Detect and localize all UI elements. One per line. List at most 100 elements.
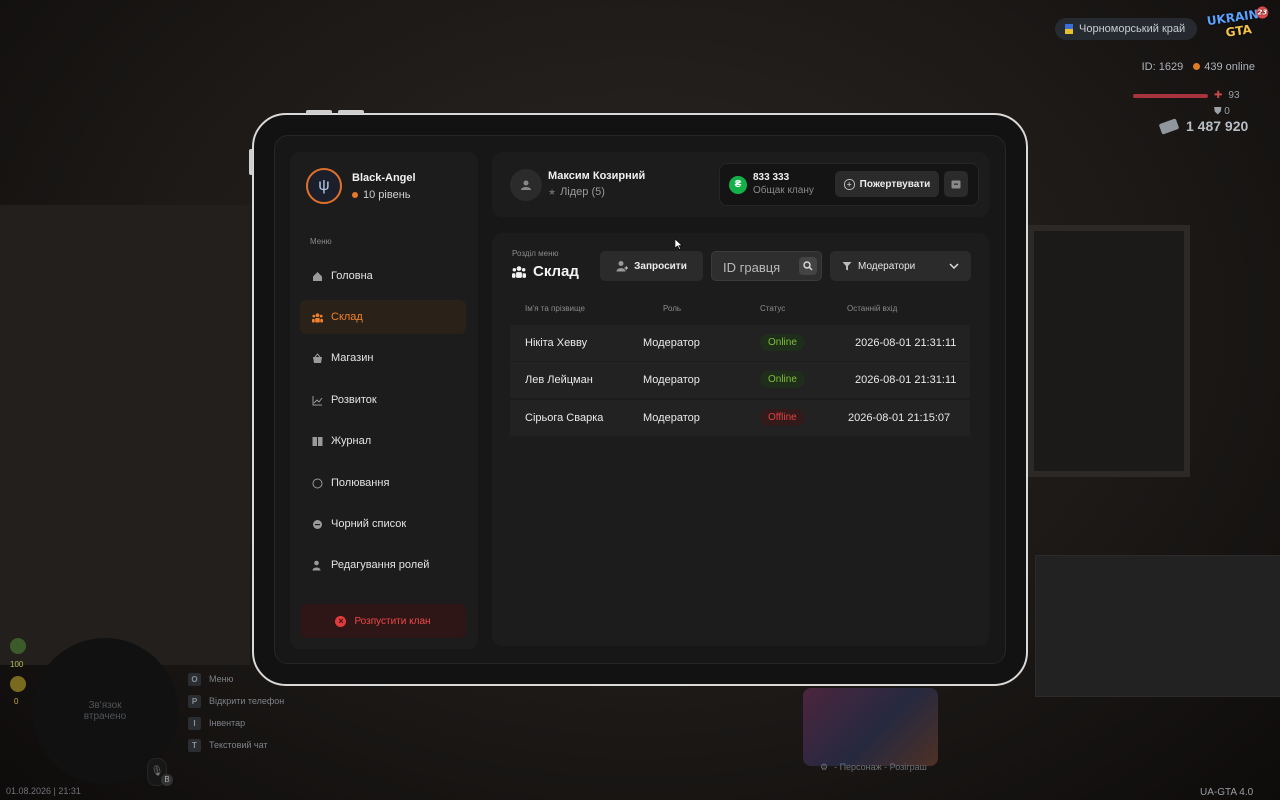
section-title: Склад <box>512 263 579 280</box>
stat1-value: 100 <box>10 660 24 669</box>
sidebar-item-label: Полювання <box>331 477 390 489</box>
sidebar-item-hunting[interactable]: Полювання <box>300 466 466 500</box>
minimap-status: Зв'язок втрачено <box>83 700 127 722</box>
column-header-status: Статус <box>760 304 786 313</box>
role-filter-dropdown[interactable]: Модератори <box>830 251 971 281</box>
version-label: UA-GTA 4.0 <box>1200 787 1254 798</box>
hud-region-badge: Чорноморський край <box>1055 18 1198 40</box>
sidebar-item-label: Розвиток <box>331 394 377 406</box>
key-label: Текстовий чат <box>209 740 268 750</box>
key-hint: T Текстовий чат <box>188 734 284 756</box>
member-last-login: 2026-08-01 21:31:11 <box>855 374 957 386</box>
table-row[interactable]: Сірьога Сварка Модератор Offline 2026-08… <box>510 400 970 436</box>
sidebar-item-label: Магазин <box>331 352 374 364</box>
status-badge: Offline <box>760 409 805 426</box>
sidebar-item-blacklist[interactable]: Чорний список <box>300 507 466 541</box>
table-row[interactable]: Лев Лейцман Модератор Online 2026-08-01 … <box>510 362 970 398</box>
donate-button[interactable]: + Пожертвувати <box>835 171 939 197</box>
tablet-top-buttons <box>306 110 364 114</box>
close-circle-icon: × <box>335 615 347 627</box>
section-title-label: Склад <box>533 263 579 280</box>
search-icon <box>803 261 813 271</box>
sidebar-item-journal[interactable]: Журнал <box>300 424 466 458</box>
bank-label: Общак клану <box>753 185 814 196</box>
player-search <box>711 251 822 281</box>
hud-stats: ID: 1629 439 online <box>1142 61 1255 73</box>
key-hint: I Інвентар <box>188 712 284 734</box>
tablet-button <box>306 110 332 114</box>
wallet-icon <box>951 180 961 189</box>
trident-icon: ψ <box>318 177 330 194</box>
search-input[interactable] <box>721 258 797 276</box>
health-bar: ✚ 93 <box>1133 90 1240 101</box>
flag-icon <box>1065 24 1073 34</box>
armor-value: 0 <box>1224 106 1230 117</box>
clan-level-label: 10 рівень <box>363 189 411 201</box>
key-cap: I <box>188 716 201 730</box>
user-edit-icon <box>312 560 323 571</box>
health-value: 93 <box>1228 90 1240 101</box>
people-icon <box>512 266 526 278</box>
sidebar-item-development[interactable]: Розвиток <box>300 383 466 417</box>
column-header-role: Роль <box>663 304 682 313</box>
sidebar-item-label: Редагування ролей <box>331 559 430 571</box>
key-label: Меню <box>209 674 234 684</box>
bank-history-button[interactable] <box>944 171 968 197</box>
table-row[interactable]: Нікіта Хевву Модератор Online 2026-08-01… <box>510 325 970 361</box>
home-icon <box>312 271 323 282</box>
section-caption: Розділ меню <box>512 249 559 258</box>
add-user-icon <box>616 261 629 272</box>
thirst-icon <box>10 676 26 692</box>
book-icon <box>312 436 323 447</box>
basket-icon <box>312 352 323 364</box>
promo-banner[interactable] <box>803 688 938 766</box>
money-display: 1 487 920 <box>1158 117 1249 135</box>
disband-label: Розпустити клан <box>354 615 431 627</box>
disband-clan-button[interactable]: × Розпустити клан <box>300 604 466 638</box>
donate-label: Пожертвувати <box>859 178 931 190</box>
health-bar-fill <box>1133 93 1208 98</box>
money-value: 1 487 920 <box>1186 118 1249 134</box>
member-role: Модератор <box>643 374 700 386</box>
hryvnia-icon: ₴ <box>729 176 747 194</box>
sidebar-item-storage[interactable]: Склад <box>300 300 466 334</box>
sidebar-item-home[interactable]: Головна <box>300 259 466 293</box>
block-icon <box>312 519 323 530</box>
online-count-label: 439 online <box>1204 61 1255 73</box>
key-label: Відкрити телефон <box>209 696 285 706</box>
search-button[interactable] <box>799 257 817 275</box>
user-icon <box>521 180 531 190</box>
member-last-login: 2026-08-01 21:15:07 <box>848 412 951 424</box>
online-count: 439 online <box>1193 61 1255 73</box>
sidebar-item-role-editing[interactable]: Редагування ролей <box>300 548 466 582</box>
level-dot-icon <box>352 192 358 198</box>
settings-icon: ⚙ <box>820 762 829 772</box>
leader-role: ★ Лідер (5) <box>548 186 605 198</box>
hunger-icon <box>10 638 26 654</box>
column-header-last-login: Останній вхід <box>847 304 898 313</box>
plus-circle-icon: + <box>843 178 855 190</box>
background-picture-frame <box>1028 225 1190 477</box>
clan-avatar: ψ <box>306 168 342 204</box>
sidebar-item-label: Склад <box>331 311 363 323</box>
column-header-name: Ім'я та прізвище <box>525 304 585 313</box>
sidebar-item-shop[interactable]: Магазин <box>300 341 466 375</box>
mouse-cursor-icon <box>675 239 683 250</box>
mic-key: B <box>161 774 173 786</box>
datetime: 01.08.2026 | 21:31 <box>6 786 81 796</box>
promo-bar-label: - Персонаж - Розіграш <box>834 762 927 772</box>
target-icon <box>312 478 323 489</box>
invite-button[interactable]: Запросити <box>600 251 703 281</box>
people-icon <box>312 312 323 323</box>
stat2-value: 0 <box>14 697 19 706</box>
invite-label: Запросити <box>634 260 687 272</box>
background-radiator <box>1035 555 1280 697</box>
filter-value: Модератори <box>858 260 916 272</box>
tablet-button <box>338 110 364 114</box>
key-hint: P Відкрити телефон <box>188 690 284 712</box>
member-role: Модератор <box>643 337 700 349</box>
leader-name: Максим Козирний <box>548 170 646 182</box>
hud-region-label: Чорноморський край <box>1079 23 1186 35</box>
shield-icon: ⛊ <box>1214 106 1222 117</box>
member-role: Модератор <box>643 412 700 424</box>
